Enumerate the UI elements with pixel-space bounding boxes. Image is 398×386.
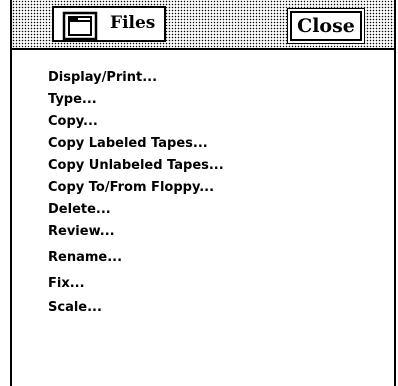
menu-item-copy-unlabeled-tapes[interactable]: Copy Unlabeled Tapes... [48, 158, 224, 173]
menu-item-fix[interactable]: Fix... [48, 276, 85, 291]
menu-item-type[interactable]: Type... [48, 92, 97, 107]
files-window: Files Close Display/Print... Type... Cop… [10, 0, 396, 386]
title-box: Files [52, 6, 166, 42]
close-button[interactable]: Close [290, 11, 362, 41]
folder-icon [62, 11, 98, 41]
menu-item-copy[interactable]: Copy... [48, 114, 98, 129]
menu-item-rename[interactable]: Rename... [48, 250, 122, 265]
menu-item-copy-labeled-tapes[interactable]: Copy Labeled Tapes... [48, 136, 208, 151]
menu-item-copy-to-from-floppy[interactable]: Copy To/From Floppy... [48, 180, 214, 195]
menu-item-review[interactable]: Review... [48, 224, 115, 239]
menu-item-display-print[interactable]: Display/Print... [48, 70, 157, 85]
window-title: Files [110, 13, 156, 33]
menu-item-delete[interactable]: Delete... [48, 202, 111, 217]
menu-item-scale[interactable]: Scale... [48, 300, 102, 315]
title-bar[interactable]: Files Close [12, 0, 394, 50]
